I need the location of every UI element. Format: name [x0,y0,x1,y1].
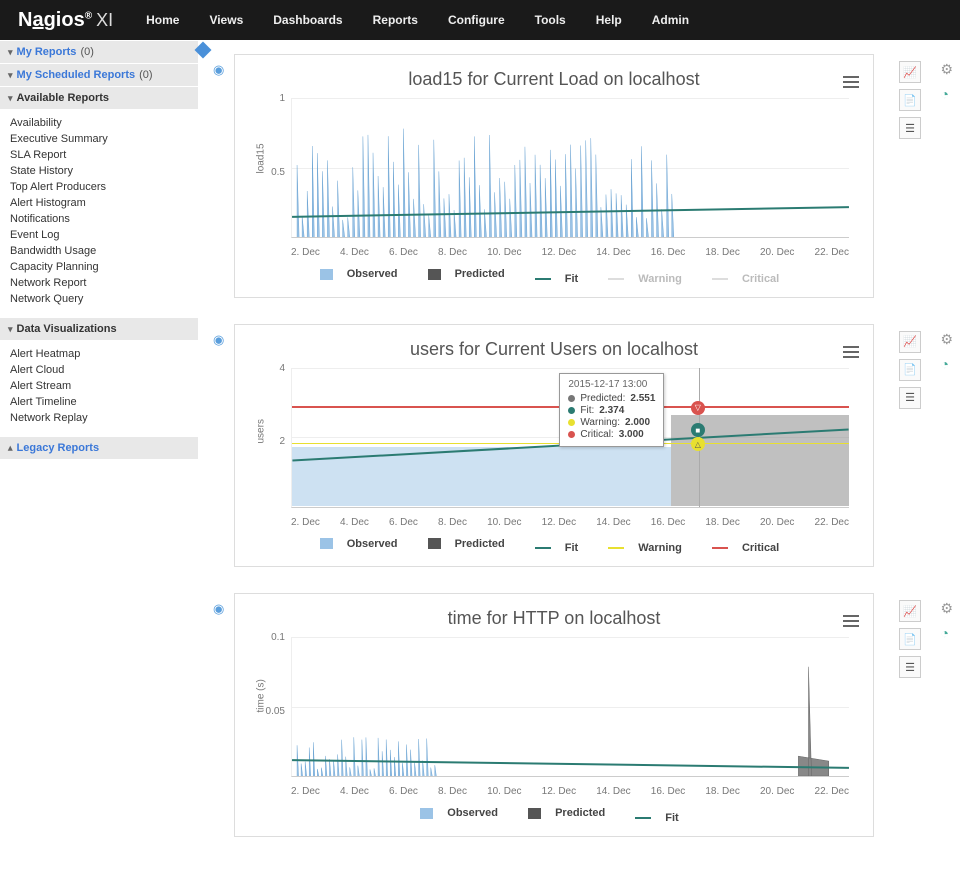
plot-area[interactable]: ▽ ■ △ 2015-12-17 13:00 Predicted: 2.551 … [291,368,849,508]
chart-card-load15: ◉ load15 for Current Load on localhost l… [234,54,874,298]
sidebar-item[interactable]: SLA Report [0,147,198,163]
sidebar-item[interactable]: Alert Cloud [0,362,198,378]
plot-area[interactable] [291,98,849,238]
chart-add-icon[interactable]: ◔ [940,86,953,102]
chart-type-icon[interactable]: 📈 [899,600,921,622]
plot-area[interactable] [291,637,849,777]
sidebar-item[interactable]: Network Report [0,275,198,291]
gear-icon[interactable]: ⚙ [940,331,953,348]
nav-configure[interactable]: Configure [433,0,520,40]
document-icon[interactable]: 📄 [899,359,921,381]
sidebar-legacy-reports[interactable]: ▾Legacy Reports [0,436,198,459]
chart-menu-icon[interactable] [843,73,859,91]
chart-add-icon[interactable]: ◔ [940,356,953,372]
chart-legend: Observed Predicted Fit [259,807,849,824]
list-icon[interactable]: ☰ [899,117,921,139]
sidebar-data-viz[interactable]: ▾Data Visualizations [0,317,198,340]
fit-marker-icon: ■ [691,423,705,437]
sidebar-my-reports[interactable]: ▾My Reports (0) [0,40,198,63]
sidebar-item[interactable]: Top Alert Producers [0,179,198,195]
sidebar-item[interactable]: State History [0,163,198,179]
chart-title: time for HTTP on localhost [259,608,849,629]
pin-icon[interactable]: ◉ [213,601,224,617]
nav-home[interactable]: Home [131,0,194,40]
gear-icon[interactable]: ⚙ [940,600,953,617]
sidebar-item[interactable]: Network Query [0,291,198,307]
document-icon[interactable]: 📄 [899,628,921,650]
warning-marker-icon: △ [691,437,705,451]
chart-menu-icon[interactable] [843,612,859,630]
sidebar-item[interactable]: Event Log [0,227,198,243]
gear-icon[interactable]: ⚙ [940,61,953,78]
chart-title: load15 for Current Load on localhost [259,69,849,90]
list-icon[interactable]: ☰ [899,656,921,678]
sidebar-item[interactable]: Alert Timeline [0,394,198,410]
chart-type-icon[interactable]: 📈 [899,331,921,353]
nav-tools[interactable]: Tools [520,0,581,40]
sidebar-available-reports[interactable]: ▾Available Reports [0,86,198,109]
sidebar-item[interactable]: Alert Histogram [0,195,198,211]
chart-card-users: ◉ users for Current Users on localhost u… [234,324,874,568]
main-content: ◉ load15 for Current Load on localhost l… [198,40,960,877]
chart-title: users for Current Users on localhost [259,339,849,360]
sidebar-item[interactable]: Executive Summary [0,131,198,147]
sidebar: ▾My Reports (0) ▾My Scheduled Reports (0… [0,40,198,877]
nav-reports[interactable]: Reports [358,0,433,40]
top-nav: Nagios® XI HomeViewsDashboardsReportsCon… [0,0,960,40]
nav-dashboards[interactable]: Dashboards [258,0,357,40]
document-icon[interactable]: 📄 [899,89,921,111]
critical-marker-icon: ▽ [691,401,705,415]
sidebar-item[interactable]: Availability [0,115,198,131]
sidebar-item[interactable]: Capacity Planning [0,259,198,275]
chart-card-http: ◉ time for HTTP on localhost time (s) 0.… [234,593,874,837]
expand-tab-icon[interactable] [195,42,212,59]
nav-help[interactable]: Help [581,0,637,40]
sidebar-item[interactable]: Network Replay [0,410,198,426]
chart-menu-icon[interactable] [843,343,859,361]
sidebar-item[interactable]: Alert Stream [0,378,198,394]
sidebar-item[interactable]: Notifications [0,211,198,227]
nav-views[interactable]: Views [194,0,258,40]
nav-admin[interactable]: Admin [637,0,704,40]
logo[interactable]: Nagios® XI [0,9,131,32]
chart-legend: Observed Predicted Fit Warning Critical [259,268,849,285]
chart-tooltip: 2015-12-17 13:00 Predicted: 2.551 Fit: 2… [559,373,664,447]
pin-icon[interactable]: ◉ [213,62,224,78]
chart-legend: Observed Predicted Fit Warning Critical [259,538,849,555]
pin-icon[interactable]: ◉ [213,332,224,348]
chart-add-icon[interactable]: ◔ [940,625,953,641]
sidebar-item[interactable]: Alert Heatmap [0,346,198,362]
list-icon[interactable]: ☰ [899,387,921,409]
sidebar-item[interactable]: Bandwidth Usage [0,243,198,259]
sidebar-my-scheduled[interactable]: ▾My Scheduled Reports (0) [0,63,198,86]
chart-type-icon[interactable]: 📈 [899,61,921,83]
